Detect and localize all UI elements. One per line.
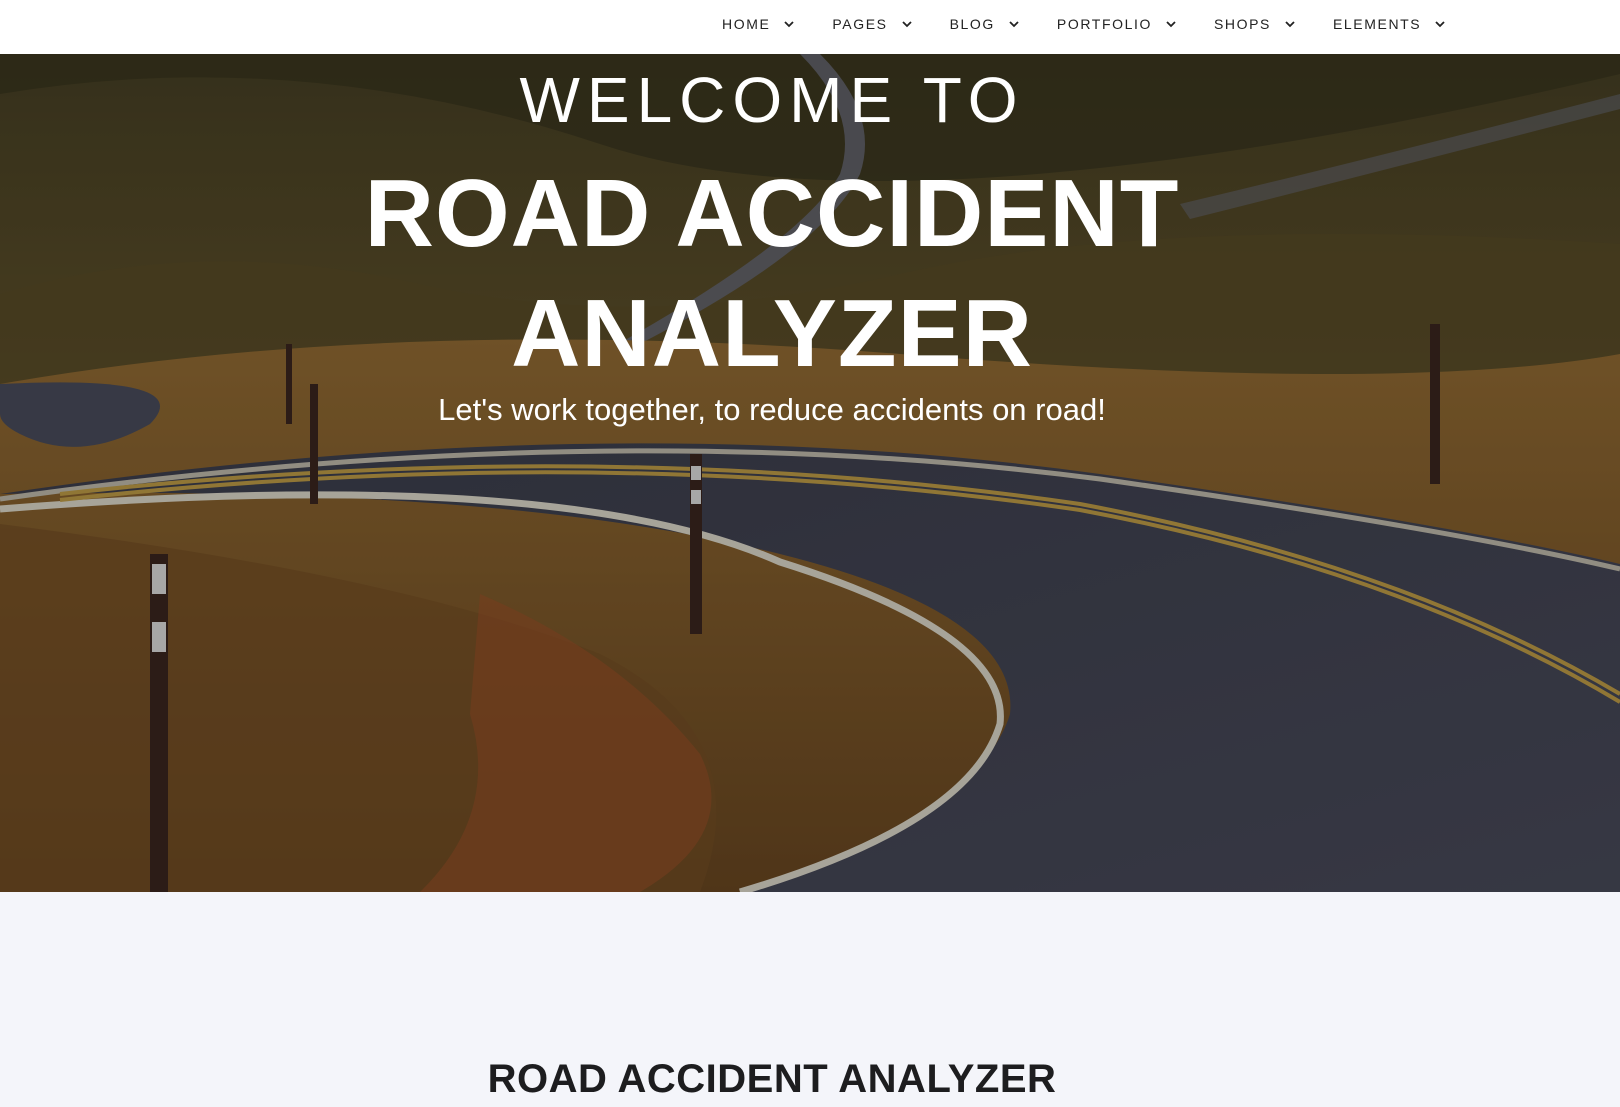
nav-item-label: SHOPS	[1213, 16, 1271, 32]
chevron-down-icon	[1285, 20, 1295, 27]
nav-item-shops[interactable]: SHOPS	[1214, 16, 1295, 32]
nav-item-label: HOME	[722, 16, 771, 32]
hero-tagline: Let's work together, to reduce accidents…	[438, 392, 1106, 427]
hero-title: ROAD ACCIDENT ANALYZER	[0, 154, 1544, 394]
nav-item-label: PAGES	[832, 16, 888, 32]
chevron-down-icon	[784, 20, 795, 27]
hero-title-line-2: ANALYZER	[511, 280, 1033, 387]
chevron-down-icon	[1435, 20, 1445, 27]
top-navbar: HOME PAGES BLOG PORTFOLIO SHOPS ELEMENTS	[0, 0, 1620, 54]
nav-item-elements[interactable]: ELEMENTS	[1333, 16, 1445, 32]
hero-banner: WELCOME TO ROAD ACCIDENT ANALYZER Let's …	[0, 54, 1620, 892]
hero-welcome-text: WELCOME TO	[519, 64, 1025, 136]
nav-item-blog[interactable]: BLOG	[950, 16, 1019, 32]
main-nav-menu: HOME PAGES BLOG PORTFOLIO SHOPS ELEMENTS	[722, 0, 1445, 48]
nav-item-label: BLOG	[949, 16, 995, 32]
chevron-down-icon	[901, 20, 912, 27]
chevron-down-icon	[1009, 20, 1019, 27]
hero-title-line-1: ROAD ACCIDENT	[364, 160, 1180, 267]
section-title: ROAD ACCIDENT ANALYZER	[487, 1057, 1057, 1102]
nav-item-label: PORTFOLIO	[1056, 16, 1152, 32]
nav-item-pages[interactable]: PAGES	[832, 16, 912, 32]
chevron-down-icon	[1166, 20, 1176, 27]
nav-item-home[interactable]: HOME	[722, 16, 795, 32]
nav-item-portfolio[interactable]: PORTFOLIO	[1057, 16, 1176, 32]
nav-item-label: ELEMENTS	[1332, 16, 1422, 32]
